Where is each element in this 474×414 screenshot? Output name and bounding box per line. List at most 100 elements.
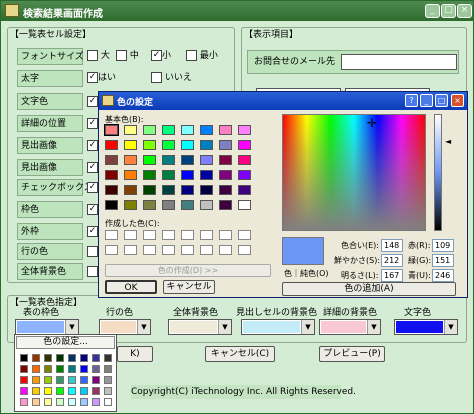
basic-color-swatch[interactable] [124,155,137,165]
font-size-medium-option[interactable]: 中 [116,49,139,64]
detail-position-checkbox[interactable]: ✓ [87,118,98,129]
basic-color-swatch[interactable] [105,185,118,195]
checkbox-setting-checkbox[interactable]: ✓ [87,182,98,193]
popup-color-swatch[interactable] [104,398,112,406]
text-color-checkbox[interactable]: ✓ [87,96,98,107]
font-size-large-option[interactable]: 大 [87,49,110,64]
custom-color-swatch[interactable] [124,245,137,255]
basic-color-swatch[interactable] [219,185,232,195]
preview-button[interactable]: プレビュー(P) [319,346,385,362]
basic-color-swatch[interactable] [162,170,175,180]
basic-color-swatch[interactable] [124,125,137,135]
table-frame-color-dropdown[interactable]: ▼ [15,319,79,335]
font-size-min-checkbox[interactable] [186,50,197,61]
row-color-dropdown[interactable]: ▼ [99,319,151,335]
basic-color-swatch[interactable] [200,185,213,195]
basic-color-swatch[interactable] [124,200,137,210]
popup-color-swatch[interactable] [80,354,88,362]
custom-color-swatch[interactable] [143,230,156,240]
cancel-button[interactable]: キャンセル(C) [205,346,275,362]
popup-color-swatch[interactable] [56,398,64,406]
popup-color-swatch[interactable] [32,387,40,395]
basic-color-swatch[interactable] [219,200,232,210]
basic-color-swatch[interactable] [219,140,232,150]
basic-color-swatch[interactable] [143,170,156,180]
custom-color-swatch[interactable] [124,230,137,240]
popup-color-swatch[interactable] [104,387,112,395]
add-custom-color-button[interactable]: 色の追加(A) [282,282,456,296]
popup-color-swatch[interactable] [68,398,76,406]
popup-color-swatch[interactable] [104,365,112,373]
basic-color-swatch[interactable] [162,125,175,135]
popup-color-swatch[interactable] [68,354,76,362]
basic-color-swatch[interactable] [219,125,232,135]
custom-color-swatch[interactable] [105,245,118,255]
custom-color-swatch[interactable] [162,230,175,240]
basic-color-swatch[interactable] [162,185,175,195]
popup-color-swatch[interactable] [20,376,28,384]
color-settings-link[interactable]: 色の設定... [16,336,115,349]
basic-color-swatch[interactable] [219,170,232,180]
basic-color-swatch[interactable] [200,125,213,135]
basic-color-swatch[interactable] [124,140,137,150]
popup-color-swatch[interactable] [44,365,52,373]
popup-color-swatch[interactable] [92,376,100,384]
basic-color-swatch[interactable] [200,140,213,150]
popup-color-swatch[interactable] [68,387,76,395]
basic-color-swatch[interactable] [143,185,156,195]
dialog-close-button[interactable]: × [451,94,464,107]
red-input[interactable]: 109 [432,239,454,252]
custom-color-swatch[interactable] [238,245,251,255]
font-size-small-checkbox[interactable]: ✓ [151,50,162,61]
popup-color-swatch[interactable] [20,398,28,406]
basic-color-swatch[interactable] [181,125,194,135]
custom-color-swatch[interactable] [105,230,118,240]
basic-color-swatch[interactable] [181,170,194,180]
luminance-arrow-icon[interactable]: ◄ [445,138,451,146]
basic-color-swatch[interactable] [162,200,175,210]
font-size-small-option[interactable]: ✓ 小 [151,49,171,64]
popup-color-swatch[interactable] [56,376,64,384]
bold-yes-checkbox[interactable]: ✓ [87,72,98,83]
custom-color-swatch[interactable] [181,230,194,240]
popup-color-swatch[interactable] [32,398,40,406]
basic-color-swatch[interactable] [105,170,118,180]
popup-color-swatch[interactable] [92,365,100,373]
basic-color-swatch[interactable] [143,125,156,135]
basic-color-swatch[interactable] [200,155,213,165]
hue-input[interactable]: 148 [381,239,403,252]
dialog-cancel-button[interactable]: キャンセル [163,280,215,294]
define-custom-colors-button[interactable]: 色の作成(D) >> [105,264,271,277]
basic-color-swatch[interactable] [238,200,251,210]
popup-color-swatch[interactable] [80,387,88,395]
detail-bg-color-dropdown[interactable]: ▼ [319,319,381,335]
custom-color-swatch[interactable] [200,245,213,255]
basic-color-swatch[interactable] [143,140,156,150]
custom-color-swatch[interactable] [219,230,232,240]
custom-color-swatch[interactable] [162,245,175,255]
basic-color-swatch[interactable] [124,185,137,195]
popup-color-swatch[interactable] [56,387,64,395]
basic-color-swatch[interactable] [104,124,119,136]
bold-yes-option[interactable]: ✓ はい [87,71,116,86]
popup-color-swatch[interactable] [80,398,88,406]
bold-no-option[interactable]: いいえ [151,71,192,86]
ok-button[interactable]: K) [117,346,153,362]
popup-color-swatch[interactable] [104,376,112,384]
basic-color-swatch[interactable] [181,200,194,210]
maximize-button[interactable]: □ [441,4,456,18]
basic-color-swatch[interactable] [200,170,213,180]
heading-image-1-checkbox[interactable]: ✓ [87,140,98,151]
dialog-ok-button[interactable]: OK [105,280,157,294]
help-button[interactable]: ? [405,94,418,107]
basic-color-swatch[interactable] [143,200,156,210]
popup-color-swatch[interactable] [44,376,52,384]
basic-color-swatch[interactable] [238,170,251,180]
saturation-input[interactable]: 212 [381,254,403,267]
popup-color-swatch[interactable] [92,354,100,362]
font-size-min-option[interactable]: 最小 [186,49,218,64]
popup-color-swatch[interactable] [44,398,52,406]
text-color-dropdown[interactable]: ▼ [394,319,458,335]
popup-color-swatch[interactable] [68,376,76,384]
custom-color-swatch[interactable] [143,245,156,255]
